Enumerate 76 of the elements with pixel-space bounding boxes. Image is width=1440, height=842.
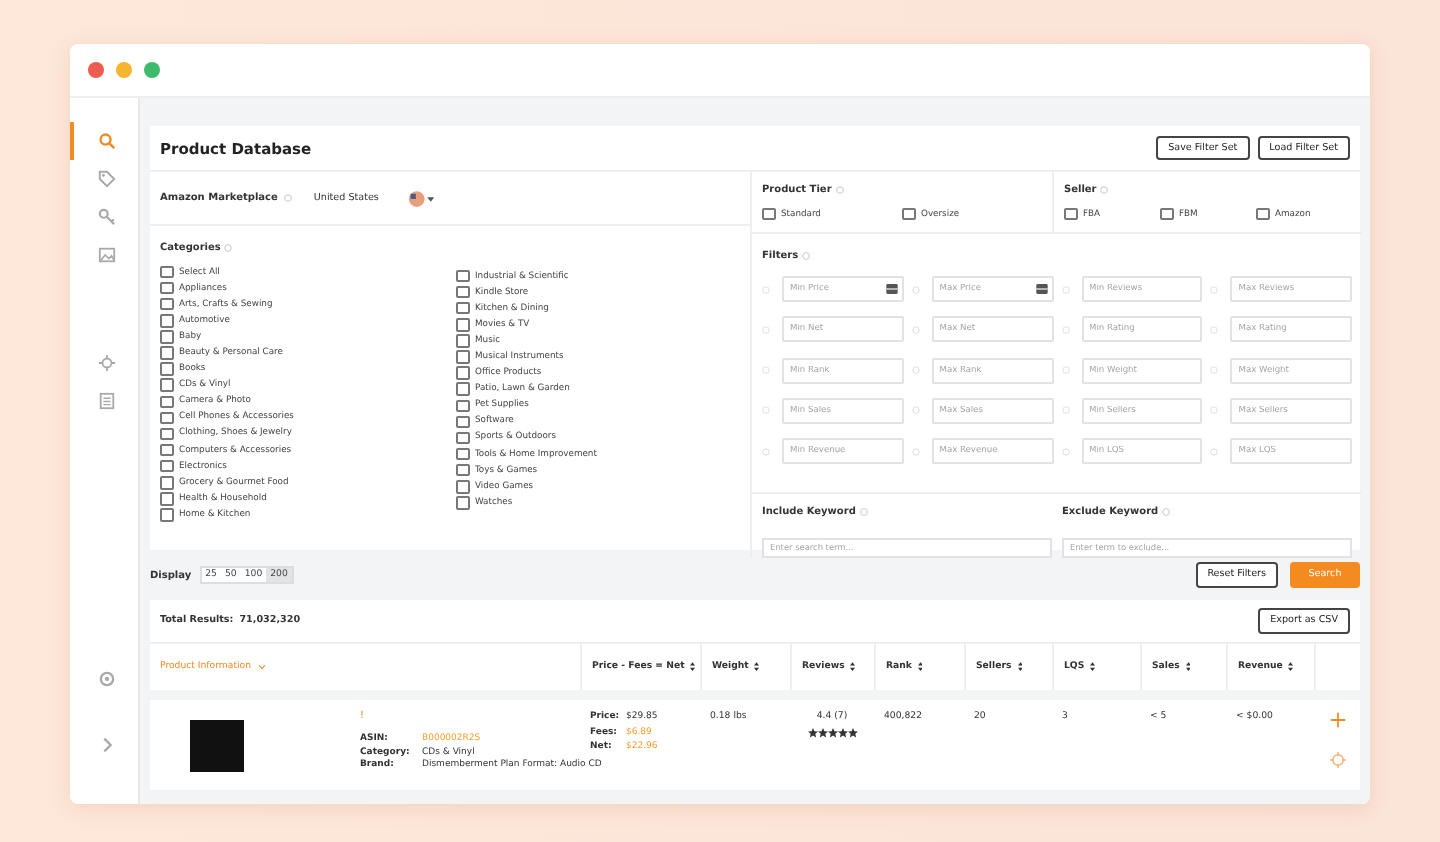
checkbox[interactable] [456,301,469,315]
checkbox[interactable] [160,395,173,409]
checkbox[interactable] [456,431,469,445]
help-icon [911,366,920,375]
checkbox[interactable] [160,492,173,506]
help-icon [1210,325,1219,334]
help-icon [1210,366,1219,375]
help-icon [911,447,920,456]
checkbox[interactable] [456,480,469,494]
checkbox[interactable] [456,496,469,510]
sort-icon [690,662,696,672]
caret-icon [257,664,265,670]
tag-icon [97,170,115,188]
checkbox[interactable] [1256,207,1269,221]
search-icon [97,132,115,150]
sort-icon [917,662,923,672]
help-icon [911,325,920,334]
checkbox[interactable] [160,378,173,392]
calculator-icon [1035,284,1047,294]
checkbox[interactable] [160,297,173,311]
info-icon [283,194,292,202]
help-icon [911,406,920,415]
info-icon [1100,186,1109,194]
checkbox[interactable] [160,411,173,425]
checkbox[interactable] [456,285,469,299]
checkbox[interactable] [456,334,469,348]
checkbox[interactable] [160,427,173,441]
document-icon [97,392,115,410]
info-icon [224,244,233,252]
window-control-dot[interactable] [88,62,104,78]
window-control-dot[interactable] [144,62,160,78]
checkbox[interactable] [160,265,173,279]
info-icon [835,186,844,194]
checkbox[interactable] [160,346,173,360]
checkbox[interactable] [160,508,173,522]
checkbox[interactable] [160,330,173,344]
info-icon [802,252,811,260]
checkbox[interactable] [456,463,469,477]
sort-icon [850,662,856,672]
checkbox[interactable] [902,207,915,221]
checkbox[interactable] [456,269,469,283]
sort-icon [1185,662,1191,672]
checkbox[interactable] [456,366,469,380]
flag-dropdown[interactable] [408,189,437,207]
checkbox[interactable] [160,314,173,328]
checkbox[interactable] [160,443,173,457]
sort-icon [1017,662,1023,672]
checkbox[interactable] [1160,207,1173,221]
checkbox[interactable] [160,459,173,473]
sort-icon [1090,662,1096,672]
calculator-icon [885,284,898,294]
image-icon [97,246,115,264]
info-icon [1162,508,1171,516]
checkbox[interactable] [456,447,469,461]
info-icon [859,508,868,516]
help-icon [1210,447,1219,456]
checkbox[interactable] [456,382,469,396]
photo-placeholder [190,719,244,771]
checkbox[interactable] [160,476,173,490]
checkbox[interactable] [160,362,173,376]
window-control-dot[interactable] [116,62,132,78]
chevron-right-icon [97,736,115,754]
checkbox[interactable] [456,399,469,413]
sort-icon [1288,662,1294,672]
help-icon [1210,406,1219,415]
checkbox[interactable] [1064,207,1077,221]
checkbox[interactable] [160,281,173,295]
plus-icon[interactable] [1329,712,1345,728]
checkbox[interactable] [456,318,469,332]
checkbox[interactable] [456,350,469,364]
key-icon [97,208,115,226]
checkbox[interactable] [762,207,775,221]
crosshair-icon [97,354,115,372]
settings-icon [97,670,115,688]
sort-icon [754,662,760,672]
checkbox[interactable] [456,415,469,429]
